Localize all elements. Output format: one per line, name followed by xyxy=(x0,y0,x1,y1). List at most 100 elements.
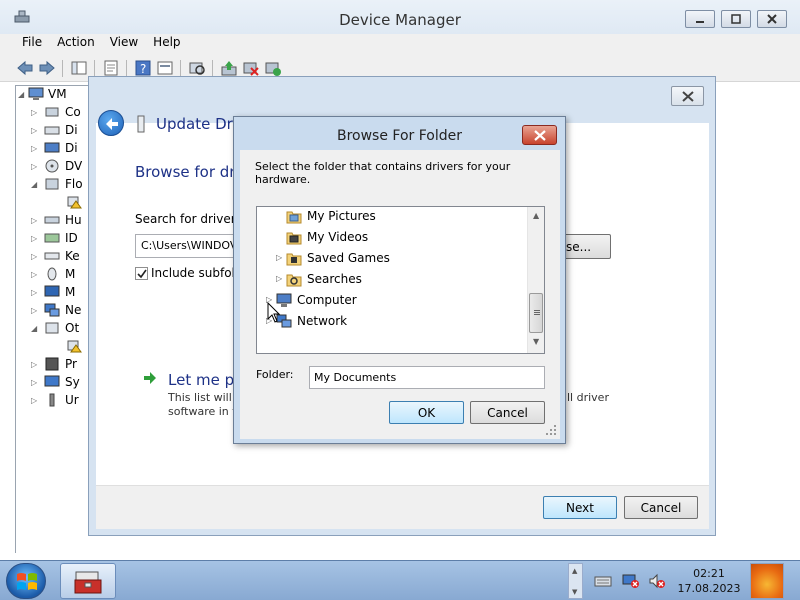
tree-root-label: VM xyxy=(48,87,67,101)
checkmark-icon xyxy=(137,269,147,279)
scroll-thumb[interactable] xyxy=(529,293,543,333)
device-tree: ◢ VM ▷ Co ▷ Di ▷ Di ▷ DV ◢ Flo ▷ Hu ▷ ID ▷ Ke ▷ M… xyxy=(15,85,91,553)
taskbar-scroll[interactable]: ▲ ▼ xyxy=(568,563,583,599)
menu-view[interactable]: View xyxy=(110,35,138,54)
tree-item[interactable]: ▷ DV xyxy=(4,158,94,176)
tree-item[interactable]: ▷ Di xyxy=(4,140,94,158)
next-button[interactable]: Next xyxy=(543,496,617,519)
scroll-down-icon[interactable]: ▼ xyxy=(572,588,577,596)
folder-item-computer[interactable]: ▷ Computer xyxy=(257,291,527,311)
taskbar-device-manager-button[interactable] xyxy=(60,563,116,599)
dialog-footer xyxy=(96,485,709,529)
green-arrow-icon xyxy=(144,372,156,384)
back-arrow-icon[interactable] xyxy=(16,59,34,77)
mouse-cursor-icon xyxy=(267,302,281,323)
toolbar-separator xyxy=(94,60,95,77)
minimize-icon xyxy=(696,21,704,23)
tree-item[interactable]: ▷ M xyxy=(4,284,94,302)
tree-item[interactable]: ▷ Co xyxy=(4,104,94,122)
tree-item[interactable]: ▷ Pr xyxy=(4,356,94,374)
toolbar-separator xyxy=(180,60,181,77)
ok-button[interactable]: OK xyxy=(389,401,464,424)
tree-item[interactable]: ◢ Ot xyxy=(4,320,94,338)
computer-icon xyxy=(28,87,44,100)
windows-logo-icon xyxy=(17,573,37,590)
videos-folder-icon xyxy=(286,232,302,245)
warning-device-icon xyxy=(67,196,82,209)
close-button[interactable] xyxy=(757,10,787,28)
include-subfolders-checkbox[interactable] xyxy=(135,267,148,280)
menu-help[interactable]: Help xyxy=(153,35,180,54)
folder-item-saved-games[interactable]: ▷ Saved Games xyxy=(257,249,527,269)
menu-bar: File Action View Help xyxy=(0,34,800,54)
keyboard-icon xyxy=(44,252,60,260)
warning-device-icon xyxy=(67,340,82,353)
title-bar[interactable]: Device Manager xyxy=(0,0,800,34)
window-title: Device Manager xyxy=(339,11,461,29)
keyboard-tray-icon[interactable] xyxy=(594,573,612,589)
properties-icon[interactable] xyxy=(102,59,120,77)
tree-item[interactable]: ▷ Ur xyxy=(4,392,94,410)
browse-cancel-button[interactable]: Cancel xyxy=(470,401,545,424)
volume-muted-icon[interactable] xyxy=(648,573,666,589)
scan-hardware-icon[interactable] xyxy=(188,59,206,77)
taskbar-clock[interactable]: 02:21 17.08.2023 xyxy=(674,566,744,596)
scroll-down-icon[interactable]: ▼ xyxy=(533,337,539,346)
clock-date: 17.08.2023 xyxy=(677,582,741,595)
help-icon[interactable]: ? xyxy=(134,59,152,77)
scroll-up-icon[interactable]: ▲ xyxy=(533,211,539,220)
cancel-button[interactable]: Cancel xyxy=(624,496,698,519)
update-driver-close-button[interactable] xyxy=(671,86,704,106)
start-button[interactable] xyxy=(6,563,46,599)
update-driver-icon[interactable] xyxy=(220,59,238,77)
resize-grip-icon[interactable] xyxy=(546,425,556,435)
tree-item[interactable]: ▷ ID xyxy=(4,230,94,248)
expand-arrow-icon[interactable]: ▷ xyxy=(276,253,282,262)
include-subfolders-label: Include subfold xyxy=(151,266,243,280)
show-desktop-button[interactable] xyxy=(750,563,784,599)
tree-item[interactable]: ▷ Hu xyxy=(4,212,94,230)
folder-item-my-videos[interactable]: My Videos xyxy=(257,228,527,248)
folder-tree[interactable]: My Pictures My Videos ▷ Saved Games ▷ Se… xyxy=(256,206,545,354)
menu-file[interactable]: File xyxy=(22,35,42,54)
tree-item[interactable]: ▷ Ne xyxy=(4,302,94,320)
expand-arrow-icon[interactable]: ▷ xyxy=(276,274,282,283)
page-heading: Browse for dri xyxy=(135,163,240,181)
folder-item-my-pictures[interactable]: My Pictures xyxy=(257,207,527,227)
back-button[interactable] xyxy=(98,110,124,136)
maximize-button[interactable] xyxy=(721,10,751,28)
tree-item[interactable]: ◢ Flo xyxy=(4,176,94,194)
network-adapter-icon xyxy=(44,303,60,317)
other-devices-icon xyxy=(45,322,59,334)
folder-item-network[interactable]: ▷ Network xyxy=(257,312,527,332)
ide-controller-icon xyxy=(44,233,60,243)
floppy-icon xyxy=(45,178,59,190)
dialog-title: Browse For Folder xyxy=(336,128,462,144)
network-status-icon[interactable] xyxy=(622,573,640,589)
taskbar: ▲ ▼ 02:21 17.08.2023 xyxy=(0,560,800,600)
tree-root[interactable]: ◢ VM xyxy=(6,86,96,104)
menu-action[interactable]: Action xyxy=(57,35,95,54)
browse-for-folder-dialog: Browse For Folder Select the folder that… xyxy=(233,116,566,444)
tree-item[interactable]: ▷ Ke xyxy=(4,248,94,266)
folder-tree-scrollbar[interactable]: ▲ ▼ xyxy=(527,207,544,353)
tree-item[interactable]: ▷ Sy xyxy=(4,374,94,392)
folder-input[interactable]: My Documents xyxy=(309,366,545,389)
show-hide-tree-icon[interactable] xyxy=(70,59,88,77)
browse-close-button[interactable] xyxy=(522,125,557,145)
folder-label: Folder: xyxy=(256,368,294,381)
let-me-pick-link[interactable]: Let me pi xyxy=(168,371,238,389)
collapse-arrow-icon[interactable]: ◢ xyxy=(18,90,24,99)
tree-item[interactable]: ▷ M xyxy=(4,266,94,284)
toolbar-separator xyxy=(62,60,63,77)
action-icon[interactable] xyxy=(156,59,174,77)
tree-item[interactable]: ▷ Di xyxy=(4,122,94,140)
enable-device-icon[interactable] xyxy=(264,59,282,77)
minimize-button[interactable] xyxy=(685,10,715,28)
disable-device-icon[interactable] xyxy=(242,59,260,77)
hid-icon xyxy=(44,216,60,224)
scroll-up-icon[interactable]: ▲ xyxy=(572,567,577,575)
folder-item-searches[interactable]: ▷ Searches xyxy=(257,270,527,290)
forward-arrow-icon[interactable] xyxy=(38,59,56,77)
disk-drive-icon xyxy=(44,126,60,135)
